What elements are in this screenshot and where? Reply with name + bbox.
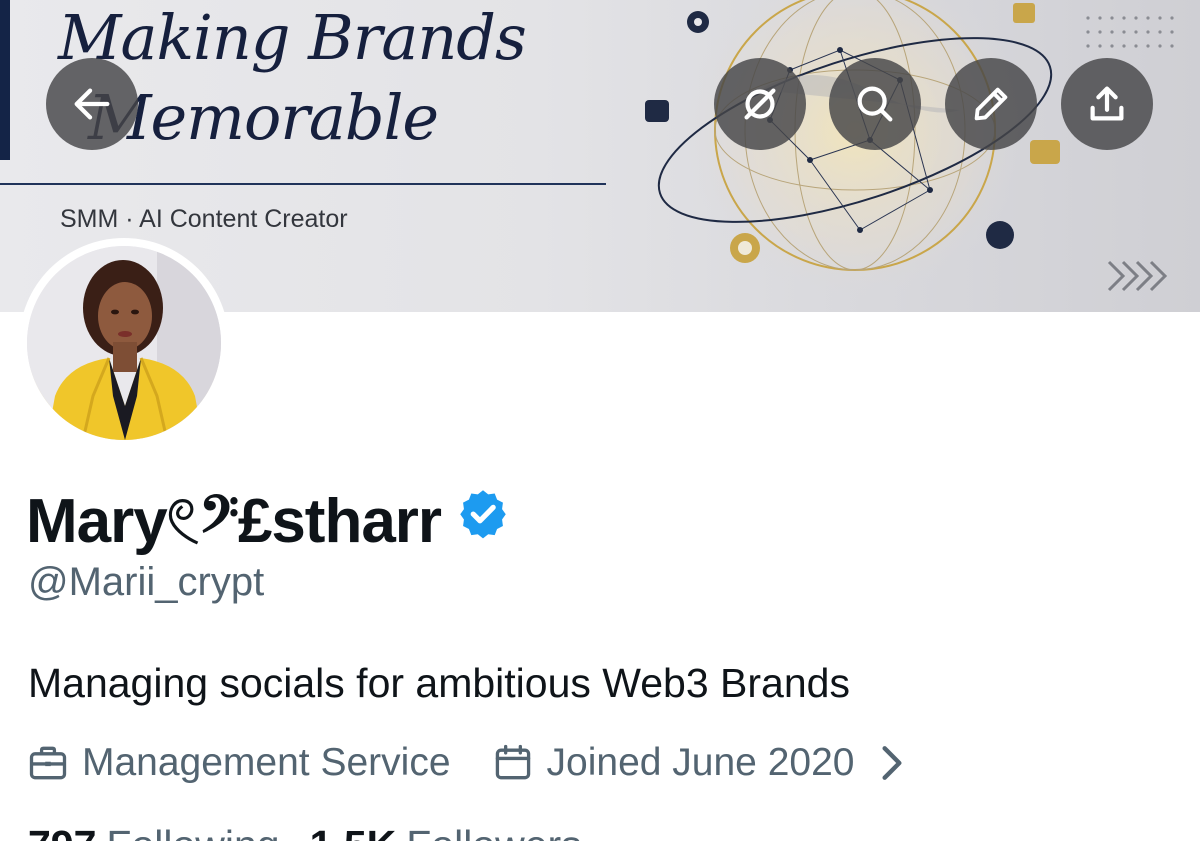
banner-divider xyxy=(0,183,606,185)
banner-subtitle: SMM · AI Content Creator xyxy=(60,205,348,233)
followers-count[interactable]: 1.5K xyxy=(310,822,397,841)
person-portrait-graphic xyxy=(27,246,221,440)
share-upload-icon xyxy=(1090,86,1124,121)
globe-network-graphic xyxy=(645,0,1060,300)
banner-accent-bar xyxy=(0,0,10,160)
search-icon xyxy=(857,86,893,122)
back-button[interactable] xyxy=(46,58,138,150)
joined-item[interactable]: Joined June 2020 xyxy=(491,741,915,785)
chevron-right-icon xyxy=(882,746,903,780)
display-name: Mary𓏲𝄢£stharr xyxy=(26,487,442,556)
banner-title: Making Brands Memorable xyxy=(58,0,618,158)
profile-meta: Management Service Joined June 2020 xyxy=(26,738,914,788)
chevrons-graphic xyxy=(1107,260,1168,292)
share-button[interactable] xyxy=(1061,58,1153,150)
pencil-icon xyxy=(974,87,1008,121)
profile-name-row: Mary𓏲𝄢£stharr xyxy=(26,476,509,556)
grok-icon xyxy=(744,88,776,120)
category-label: Management Service xyxy=(82,741,451,784)
follow-stats: 797 Following 1.5K Followers xyxy=(28,822,582,841)
profile-avatar[interactable] xyxy=(19,238,229,448)
banner-title-line2: Memorable xyxy=(88,81,439,154)
grok-button[interactable] xyxy=(714,58,806,150)
avatar-photo xyxy=(27,246,221,440)
search-button[interactable] xyxy=(829,58,921,150)
user-handle: @Marii_crypt xyxy=(28,560,265,604)
profile-bio: Managing socials for ambitious Web3 Bran… xyxy=(28,660,850,706)
verified-badge-icon[interactable] xyxy=(457,487,509,539)
following-label[interactable]: Following xyxy=(106,822,279,841)
category-item: Management Service xyxy=(26,741,451,785)
joined-date: Joined June 2020 xyxy=(546,741,855,784)
arrow-left-icon xyxy=(74,88,110,120)
edit-button[interactable] xyxy=(945,58,1037,150)
calendar-icon xyxy=(495,744,530,780)
followers-label[interactable]: Followers xyxy=(406,822,581,841)
following-count[interactable]: 797 xyxy=(28,822,96,841)
banner-title-line1: Making Brands xyxy=(58,1,527,74)
briefcase-icon xyxy=(29,746,67,780)
